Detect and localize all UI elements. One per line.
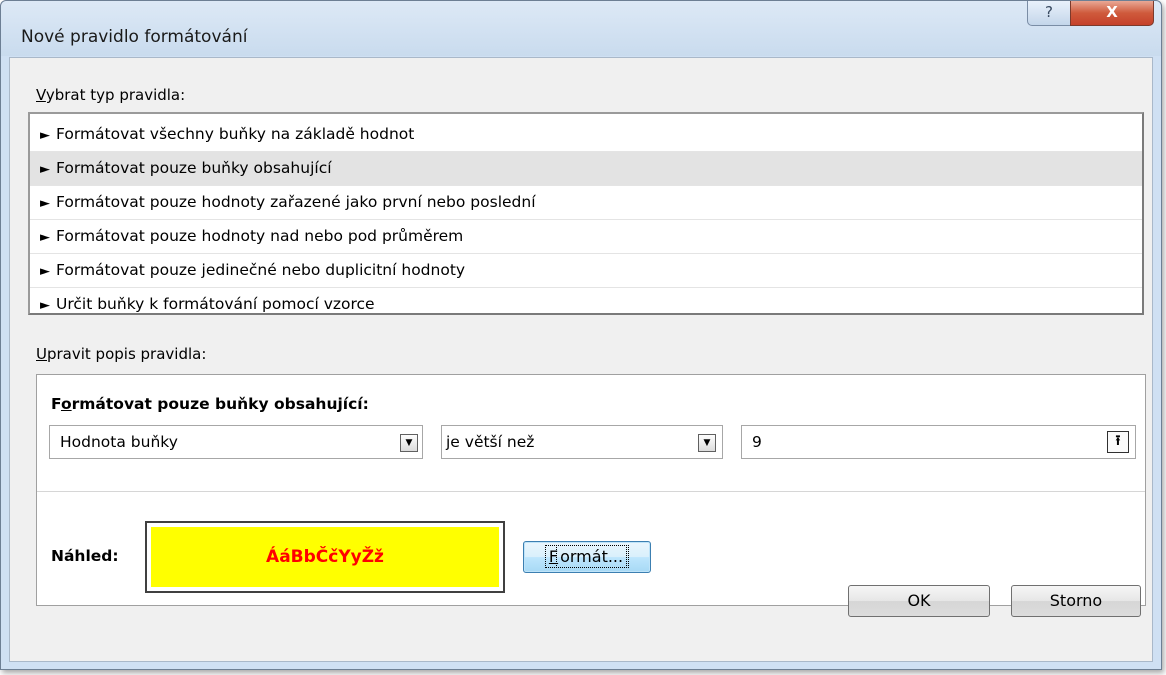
rule-type-item-selected[interactable]: ► Formátovat pouze buňky obsahující bbox=[30, 152, 1142, 186]
operator-combo[interactable]: je větší než ▼ bbox=[441, 425, 723, 459]
value-input[interactable]: 9 ⭱ bbox=[741, 425, 1136, 459]
divider bbox=[37, 491, 1145, 492]
rule-description-panel: Formátovat pouze buňky obsahující: Hodno… bbox=[36, 374, 1146, 606]
ok-button[interactable]: OK bbox=[848, 585, 990, 617]
cell-value-combo-value: Hodnota buňky bbox=[60, 433, 178, 451]
rule-type-item[interactable]: ► Formátovat pouze jedinečné nebo duplici… bbox=[30, 254, 1142, 288]
dialog-title: Nové pravidlo formátování bbox=[21, 27, 248, 47]
cell-value-combo[interactable]: Hodnota buňky ▼ bbox=[49, 425, 423, 459]
arrow-right-icon: ► bbox=[40, 230, 50, 245]
preview-label: Náhled: bbox=[51, 547, 119, 565]
cancel-button[interactable]: Storno bbox=[1011, 585, 1141, 617]
description-title: Formátovat pouze buňky obsahující: bbox=[51, 395, 369, 413]
rule-type-item[interactable]: ► Formátovat pouze hodnoty zařazené jako … bbox=[30, 186, 1142, 220]
rule-type-item[interactable]: ► Určit buňky k formátování pomocí vzorce bbox=[30, 288, 1142, 322]
help-button[interactable]: ? bbox=[1027, 1, 1071, 26]
arrow-right-icon: ► bbox=[40, 298, 50, 313]
preview-sample: ÁáBbČčYyŽž bbox=[151, 527, 499, 587]
dropdown-arrow-icon[interactable]: ▼ bbox=[698, 434, 716, 452]
collapse-dialog-icon[interactable]: ⭱ bbox=[1107, 431, 1129, 453]
arrow-right-icon: ► bbox=[40, 264, 50, 279]
format-button[interactable]: Formát... bbox=[523, 541, 651, 573]
value-input-text: 9 bbox=[752, 433, 762, 451]
rule-type-item[interactable]: ► Formátovat všechny buňky na základě hod… bbox=[30, 118, 1142, 152]
rule-type-list[interactable]: ► Formátovat všechny buňky na základě hod… bbox=[28, 112, 1144, 315]
title-bar[interactable]: Nové pravidlo formátování ? X bbox=[1, 1, 1161, 56]
rule-type-item[interactable]: ► Formátovat pouze hodnoty nad nebo pod p… bbox=[30, 220, 1142, 254]
arrow-right-icon: ► bbox=[40, 128, 50, 143]
arrow-right-icon: ► bbox=[40, 196, 50, 211]
preview-box: ÁáBbČčYyŽž bbox=[145, 521, 505, 593]
dropdown-arrow-icon[interactable]: ▼ bbox=[400, 434, 418, 452]
edit-description-label: Upravit popis pravidla: bbox=[36, 345, 207, 363]
rule-type-label: Vybrat typ pravidla: bbox=[36, 86, 186, 104]
close-button[interactable]: X bbox=[1070, 1, 1154, 26]
arrow-right-icon: ► bbox=[40, 162, 50, 177]
operator-combo-value: je větší než bbox=[446, 433, 535, 451]
